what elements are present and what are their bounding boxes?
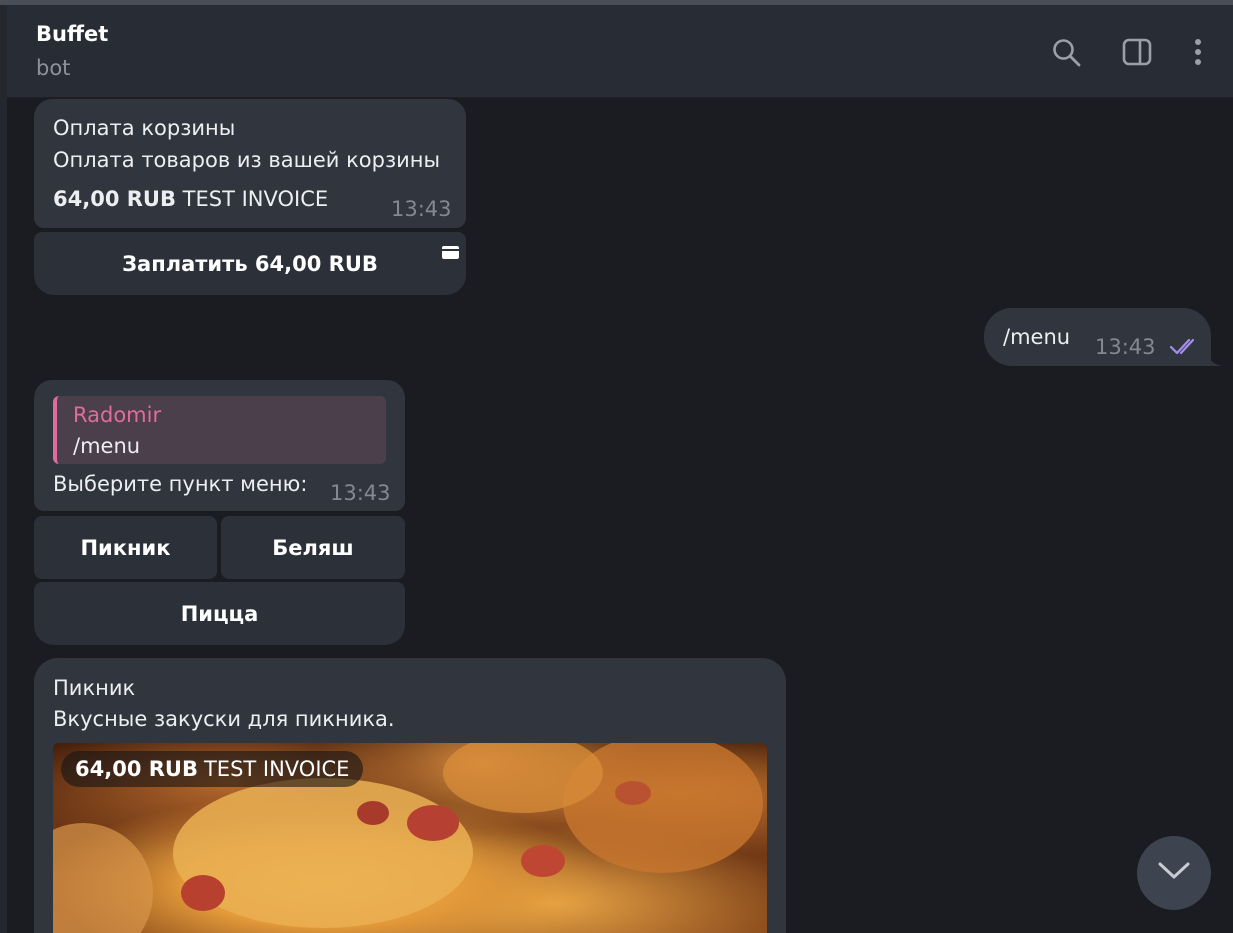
message-list[interactable]: Оплата корзины Оплата товаров из вашей к… [7, 98, 1233, 933]
chevron-down-icon [1157, 861, 1191, 885]
menu-message: Radomir /menu Выберите пункт меню: 13:43 [34, 380, 405, 511]
invoice-message: Оплата корзины Оплата товаров из вашей к… [34, 99, 466, 228]
invoice-title: Оплата корзины [53, 116, 236, 140]
invoice-description: Оплата товаров из вашей корзины [53, 148, 441, 172]
pay-button-label: Заплатить 64,00 RUB [122, 251, 378, 276]
scroll-to-bottom-button[interactable] [1137, 836, 1211, 910]
invoice-message-picnic: Пикник Вкусные закуски для пикника. 64,0… [34, 658, 786, 933]
message-time: 13:43 [1095, 335, 1156, 359]
menu-prompt: Выберите пункт меню: [53, 472, 308, 496]
invoice-amount: 64,00 RUB [75, 757, 198, 781]
sidebar-toggle-icon[interactable] [1122, 37, 1152, 67]
product-photo[interactable]: 64,00 RUB TEST INVOICE [53, 743, 767, 933]
window-left-border [0, 5, 7, 933]
reply-quote[interactable]: Radomir /menu [53, 396, 386, 464]
chat-title[interactable]: Buffet [36, 22, 108, 46]
message-time: 13:43 [391, 197, 452, 221]
chat-subtitle: bot [36, 56, 71, 80]
invoice-price: 64,00 RUB TEST INVOICE [53, 187, 328, 211]
photo-price-badge: 64,00 RUB TEST INVOICE [61, 751, 364, 787]
card-icon [442, 240, 459, 259]
menu-button-label: Пицца [180, 601, 259, 626]
invoice-label: TEST INVOICE [203, 757, 350, 781]
invoice-title: Пикник [53, 676, 136, 700]
pay-button[interactable]: Заплатить 64,00 RUB [34, 232, 466, 295]
reply-author: Radomir [73, 403, 162, 427]
bubble-tail [1206, 352, 1222, 366]
menu-button-picnic[interactable]: Пикник [34, 516, 217, 579]
more-vertical-icon[interactable] [1183, 37, 1213, 67]
search-icon[interactable] [1051, 37, 1081, 67]
chat-header: Buffet bot [7, 5, 1233, 98]
menu-button-pizza[interactable]: Пицца [34, 582, 405, 645]
outgoing-message: /menu 13:43 [984, 308, 1211, 366]
invoice-label: TEST INVOICE [182, 187, 329, 211]
message-time: 13:43 [330, 481, 391, 505]
menu-button-label: Беляш [272, 535, 354, 560]
invoice-description: Вкусные закуски для пикника. [53, 707, 395, 731]
double-check-icon [1169, 335, 1199, 357]
invoice-amount: 64,00 RUB [53, 187, 176, 211]
menu-button-label: Пикник [80, 535, 171, 560]
reply-text: /menu [73, 434, 141, 458]
outgoing-command[interactable]: /menu [1003, 325, 1070, 349]
menu-button-belyash[interactable]: Беляш [221, 516, 405, 579]
